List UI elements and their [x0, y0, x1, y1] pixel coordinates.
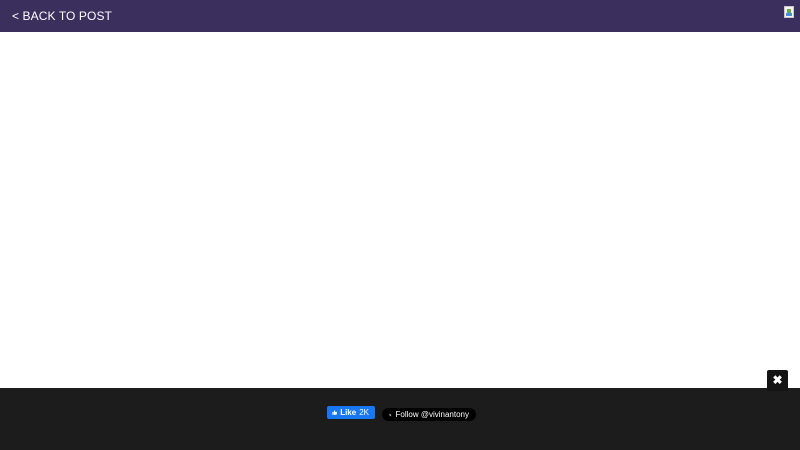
facebook-like-label: Like: [340, 408, 357, 417]
x-logo-icon: [389, 413, 392, 416]
top-bar: < BACK TO POST: [0, 0, 800, 32]
facebook-like-count: 2K: [359, 408, 369, 417]
content-area: [0, 32, 800, 388]
twitter-follow-button[interactable]: Follow @vivinantony: [382, 408, 476, 421]
back-to-post-link[interactable]: < BACK TO POST: [12, 9, 112, 23]
close-button[interactable]: ✖: [767, 370, 788, 391]
twitter-follow-label: Follow @vivinantony: [395, 410, 469, 419]
broken-image-icon: [784, 6, 794, 18]
facebook-like-button[interactable]: Like 2K: [327, 406, 375, 419]
thumbs-up-icon: [332, 410, 338, 415]
